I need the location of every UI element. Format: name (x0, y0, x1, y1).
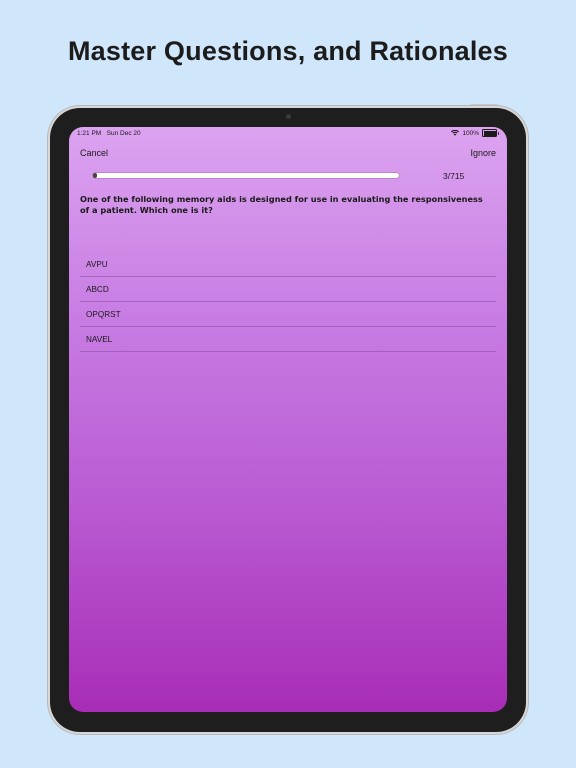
status-time: 1:21 PM (77, 130, 102, 137)
wifi-icon (451, 130, 460, 136)
battery-level-fill (483, 130, 496, 136)
question-progress-count: 3/715 (443, 171, 465, 181)
front-camera (286, 114, 291, 119)
question-text: One of the following memory aids is desi… (80, 194, 483, 215)
ignore-button[interactable]: Ignore (470, 148, 496, 158)
battery-icon (482, 129, 499, 137)
battery-percentage: 100% (462, 129, 479, 137)
answer-option-label: OPQRST (86, 309, 121, 319)
answer-option-label: ABCD (86, 284, 109, 294)
answer-option[interactable]: OPQRST (80, 302, 496, 327)
device-volume-up-button (526, 150, 529, 184)
answer-option-label: NAVEL (86, 334, 113, 344)
question-progress-bar (93, 173, 399, 178)
answer-option[interactable]: AVPU (80, 252, 496, 277)
question-progress-fill (93, 173, 97, 178)
page-headline: Master Questions, and Rationales (67, 36, 508, 66)
app-screen: 1:21 PM Sun Dec 20 100% Cancel Ignore 3/… (69, 127, 507, 712)
status-date: Sun Dec 20 (106, 130, 141, 137)
answer-option[interactable]: NAVEL (80, 327, 496, 352)
answer-list: AVPU ABCD OPQRST NAVEL (80, 252, 496, 352)
cancel-button[interactable]: Cancel (80, 148, 108, 158)
answer-option-label: AVPU (86, 259, 108, 269)
status-bar: 1:21 PM Sun Dec 20 100% (69, 127, 507, 141)
status-datetime: 1:21 PM Sun Dec 20 (77, 130, 141, 137)
answer-option[interactable]: ABCD (80, 277, 496, 302)
device-volume-down-button (526, 192, 529, 226)
status-indicators: 100% (451, 129, 499, 137)
